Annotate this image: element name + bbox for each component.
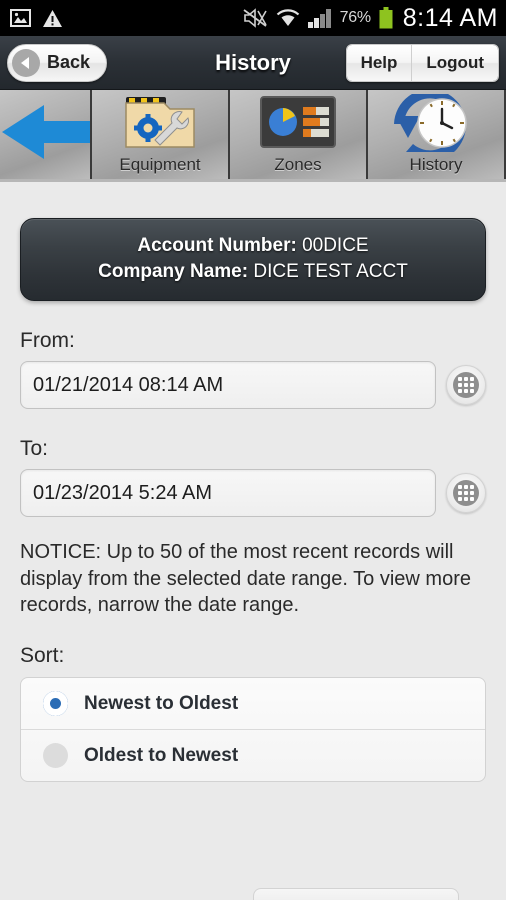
- toolbar-item-history[interactable]: History: [368, 90, 506, 179]
- battery-percent-label: 76%: [339, 9, 371, 26]
- wifi-icon: [276, 8, 299, 26]
- status-bar: 76% 8:14 AM: [0, 0, 506, 36]
- toolbar-item-history-label: History: [409, 155, 463, 174]
- toolbar-item-equipment[interactable]: Equipment: [92, 90, 230, 179]
- company-name-value: DICE TEST ACCT: [253, 260, 408, 282]
- zones-chart-icon: [259, 90, 337, 156]
- from-date-input[interactable]: 01/21/2014 08:14 AM: [20, 361, 436, 410]
- account-number-value: 00DICE: [302, 235, 369, 256]
- to-field-label: To:: [20, 437, 49, 461]
- from-field-label: From:: [20, 329, 75, 353]
- sort-option-newest-to-oldest[interactable]: Newest to Oldest: [21, 678, 485, 729]
- blue-left-arrow-icon: [0, 90, 90, 173]
- status-bar-right-icons: 76% 8:14 AM: [242, 4, 498, 33]
- equipment-folder-gear-wrench-icon: [118, 90, 202, 156]
- toolbar-item-back-arrow[interactable]: [0, 90, 92, 179]
- status-bar-left-icons: [10, 9, 63, 28]
- toolbar-item-equipment-label: Equipment: [119, 155, 201, 174]
- warning-triangle-icon: [43, 9, 62, 27]
- battery-icon: [379, 7, 393, 29]
- back-chevron-icon: [12, 48, 40, 77]
- cell-signal-icon: [307, 8, 331, 28]
- to-date-input[interactable]: 01/23/2014 5:24 AM: [20, 469, 436, 518]
- company-name-line: Company Name: DICE TEST ACCT: [31, 259, 475, 285]
- app-screen: 76% 8:14 AM Back History Help Logout Equ…: [0, 0, 506, 900]
- toolbar-item-zones-label: Zones: [274, 155, 322, 174]
- radio-selected-icon[interactable]: [43, 691, 68, 717]
- calendar-grid-icon: [453, 372, 479, 399]
- header-action-group: Help Logout: [345, 43, 499, 82]
- account-number-line: Account Number: 00DICE: [31, 233, 475, 259]
- sort-label: Sort:: [20, 644, 65, 668]
- history-clock-arrow-icon: [394, 90, 478, 156]
- sort-option-oldest-to-newest[interactable]: Oldest to Newest: [21, 729, 485, 781]
- toolbar-item-zones[interactable]: Zones: [230, 90, 368, 179]
- screenshot-image-icon: [10, 9, 31, 27]
- back-button-label: Back: [47, 52, 91, 72]
- to-field-row: 01/23/2014 5:24 AM: [20, 469, 486, 518]
- app-header: Back History Help Logout: [0, 36, 506, 90]
- records-notice-text: NOTICE: Up to 50 of the most recent reco…: [20, 541, 471, 617]
- status-bar-clock: 8:14 AM: [402, 3, 498, 32]
- sort-option-label: Oldest to Newest: [84, 744, 239, 766]
- logout-button[interactable]: Logout: [411, 44, 498, 81]
- company-name-label: Company Name:: [98, 260, 249, 282]
- module-toolbar[interactable]: Equipment Zones History: [0, 90, 506, 182]
- calendar-grid-icon: [453, 480, 479, 507]
- volume-mute-icon: [243, 8, 267, 28]
- account-info-card: Account Number: 00DICE Company Name: DIC…: [20, 218, 486, 302]
- sort-option-label: Newest to Oldest: [84, 692, 239, 714]
- help-button[interactable]: Help: [346, 44, 412, 81]
- radio-unselected-icon[interactable]: [43, 743, 68, 769]
- from-field-row: 01/21/2014 08:14 AM: [20, 361, 486, 410]
- to-date-picker-button[interactable]: [446, 473, 486, 514]
- from-date-picker-button[interactable]: [446, 365, 486, 406]
- sort-radio-group: Newest to Oldest Oldest to Newest: [20, 677, 486, 783]
- account-number-label: Account Number:: [137, 235, 297, 256]
- back-button[interactable]: Back: [7, 43, 108, 82]
- page-content: Account Number: 00DICE Company Name: DIC…: [0, 218, 506, 783]
- offscreen-submit-button[interactable]: [253, 888, 459, 900]
